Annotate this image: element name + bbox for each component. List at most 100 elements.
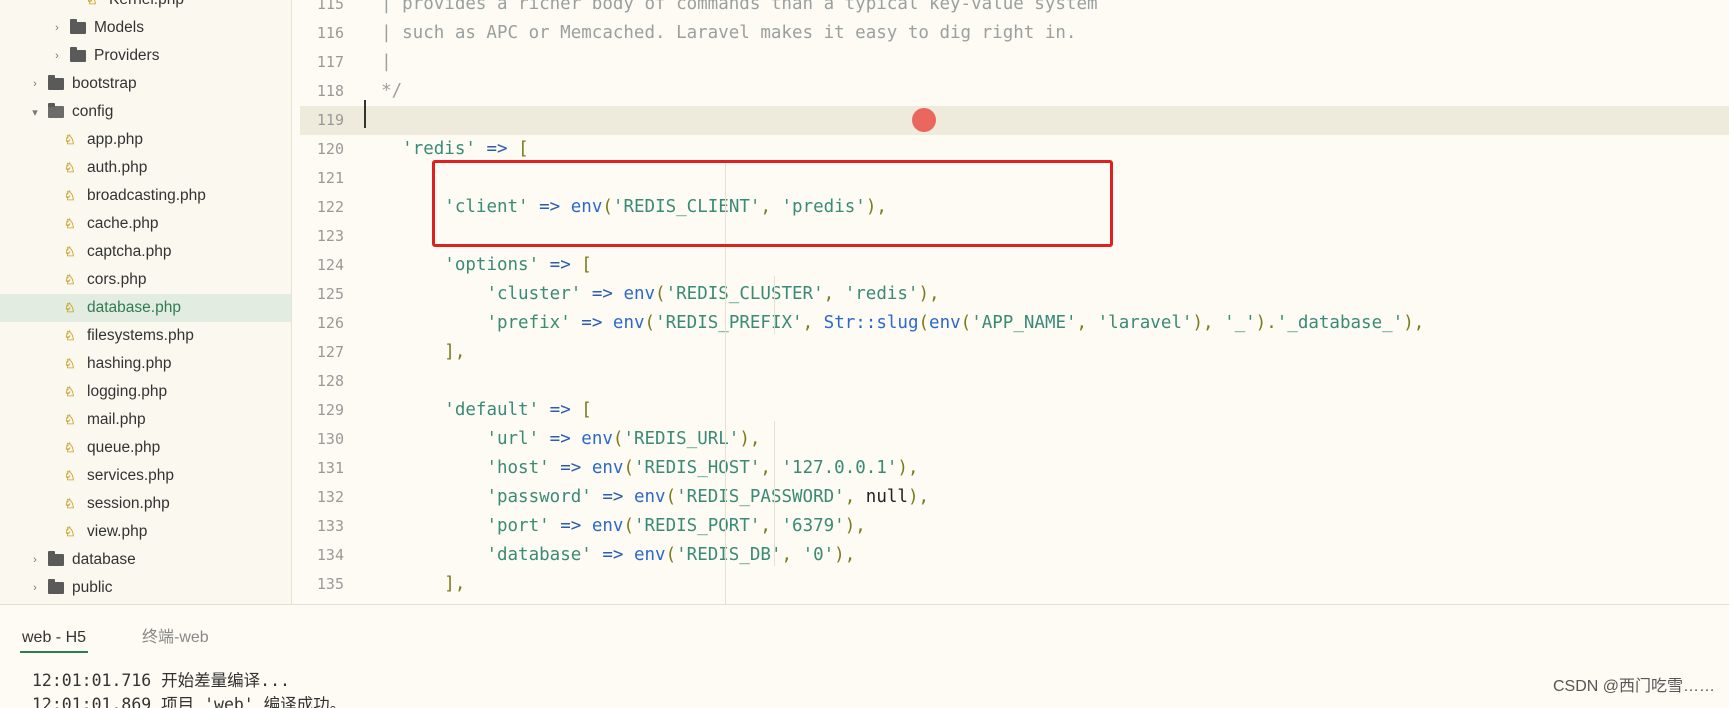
code-line[interactable]: 134 'database' => env('REDIS_DB', '0'), xyxy=(300,541,1729,570)
chevron-right-icon[interactable]: › xyxy=(50,22,64,34)
code-token: */ xyxy=(360,81,403,101)
line-number: 118 xyxy=(316,82,344,100)
code-token: env xyxy=(591,458,624,478)
sidebar-item-database-php[interactable]: ♘ database.php xyxy=(0,294,291,322)
code-token: ( xyxy=(655,284,666,304)
code-line[interactable]: 125 'cluster' => env('REDIS_CLUSTER', 'r… xyxy=(300,280,1729,309)
code-text: 'options' => [ xyxy=(360,251,592,280)
code-token: '_database_' xyxy=(1276,313,1404,333)
sidebar-item-bootstrap[interactable]: › bootstrap xyxy=(0,70,291,98)
line-number: 132 xyxy=(316,488,344,506)
sidebar-item-config[interactable]: ▾ config xyxy=(0,98,291,126)
code-line[interactable]: 126 'prefix' => env('REDIS_PREFIX', Str:… xyxy=(300,309,1729,338)
code-line[interactable]: 135 ], xyxy=(300,570,1729,599)
sidebar-item-label: captcha.php xyxy=(87,243,172,260)
code-text: ], xyxy=(360,570,465,599)
sidebar-item-broadcasting-php[interactable]: ♘ broadcasting.php xyxy=(0,182,291,210)
sidebar-item-mail-php[interactable]: ♘ mail.php xyxy=(0,406,291,434)
code-token: => xyxy=(549,400,571,420)
folder-icon xyxy=(48,551,64,566)
code-token: 'redis' xyxy=(402,139,476,159)
code-token: 'REDIS_PORT' xyxy=(633,516,761,536)
code-line[interactable]: 124 'options' => [ xyxy=(300,251,1729,280)
code-line[interactable]: 133 'port' => env('REDIS_PORT', '6379'), xyxy=(300,512,1729,541)
code-line[interactable]: 119 xyxy=(300,106,1729,135)
chevron-right-icon[interactable]: › xyxy=(28,582,42,594)
console-line: 12:01:01.869 项目 'web' 编译成功。 xyxy=(32,695,347,708)
code-token: , xyxy=(802,313,824,333)
sidebar-item-hashing-php[interactable]: ♘ hashing.php xyxy=(0,350,291,378)
chevron-down-icon[interactable]: ▾ xyxy=(28,106,42,119)
code-line[interactable]: 129 'default' => [ xyxy=(300,396,1729,425)
sidebar-item-providers[interactable]: › Providers xyxy=(0,42,291,70)
code-line[interactable]: 128 xyxy=(300,367,1729,396)
sidebar-item-models[interactable]: › Models xyxy=(0,14,291,42)
chevron-right-icon[interactable]: › xyxy=(28,78,42,90)
chevron-right-icon[interactable]: › xyxy=(50,50,64,62)
code-line[interactable]: 131 'host' => env('REDIS_HOST', '127.0.0… xyxy=(300,454,1729,483)
code-token: ( xyxy=(623,516,634,536)
sidebar-item-cors-php[interactable]: ♘ cors.php xyxy=(0,266,291,294)
sidebar-item-view-php[interactable]: ♘ view.php xyxy=(0,518,291,546)
sidebar-item-app-php[interactable]: ♘ app.php xyxy=(0,126,291,154)
php-file-icon: ♘ xyxy=(64,412,76,427)
code-editor[interactable]: 115 | provides a richer body of commands… xyxy=(300,0,1729,604)
code-line[interactable]: 127 ], xyxy=(300,338,1729,367)
line-number: 120 xyxy=(316,140,344,158)
code-text: 'url' => env('REDIS_URL'), xyxy=(360,425,760,454)
sidebar-item-captcha-php[interactable]: ♘ captcha.php xyxy=(0,238,291,266)
sidebar-item-label: cache.php xyxy=(87,215,159,232)
code-token: env xyxy=(623,284,656,304)
code-token: 'REDIS_CLUSTER' xyxy=(665,284,824,304)
php-file-icon: ♘ xyxy=(64,468,76,483)
code-token: , xyxy=(844,487,866,507)
sidebar-item-cache-php[interactable]: ♘ cache.php xyxy=(0,210,291,238)
code-token: ), xyxy=(1403,313,1425,333)
sidebar-item-services-php[interactable]: ♘ services.php xyxy=(0,462,291,490)
sidebar-item-label: broadcasting.php xyxy=(87,187,206,204)
watermark-text: CSDN @西门吃雪…… xyxy=(1552,678,1715,695)
code-text: 'password' => env('REDIS_PASSWORD', null… xyxy=(360,483,929,512)
code-token: => xyxy=(581,313,603,333)
code-token: ), xyxy=(918,284,940,304)
code-line[interactable]: 132 'password' => env('REDIS_PASSWORD', … xyxy=(300,483,1729,512)
sidebar-item-logging-php[interactable]: ♘ logging.php xyxy=(0,378,291,406)
code-token: ( xyxy=(612,429,624,449)
sidebar-item-database[interactable]: › database xyxy=(0,546,291,574)
sidebar-item-auth-php[interactable]: ♘ auth.php xyxy=(0,154,291,182)
code-token: => xyxy=(486,139,508,159)
sidebar-item-kernel-php[interactable]: ♘ Kernel.php xyxy=(0,0,291,14)
tab-terminal-web[interactable]: 终端-web xyxy=(142,623,209,653)
sidebar-item-filesystems-php[interactable]: ♘ filesystems.php xyxy=(0,322,291,350)
code-token: 'database' xyxy=(486,545,592,565)
code-token: ), xyxy=(1192,313,1225,333)
code-line[interactable]: 115 | provides a richer body of commands… xyxy=(300,0,1729,19)
tab-web-h5[interactable]: web - H5 xyxy=(20,623,89,653)
code-line[interactable]: 117 | xyxy=(300,48,1729,77)
sidebar-item-queue-php[interactable]: ♘ queue.php xyxy=(0,434,291,462)
code-token: ( xyxy=(960,313,972,333)
code-line[interactable]: 118 */ xyxy=(300,77,1729,106)
sidebar-item-public[interactable]: › public xyxy=(0,574,291,602)
code-token: ). xyxy=(1255,313,1277,333)
sidebar-item-label: app.php xyxy=(87,131,144,148)
code-line[interactable]: 116 | such as APC or Memcached. Laravel … xyxy=(300,19,1729,48)
code-line[interactable]: 130 'url' => env('REDIS_URL'), xyxy=(300,425,1729,454)
chevron-right-icon[interactable]: › xyxy=(28,554,42,566)
sidebar-item-session-php[interactable]: ♘ session.php xyxy=(0,490,291,518)
code-token: 'url' xyxy=(486,429,540,449)
sidebar-item-label: view.php xyxy=(87,523,148,540)
